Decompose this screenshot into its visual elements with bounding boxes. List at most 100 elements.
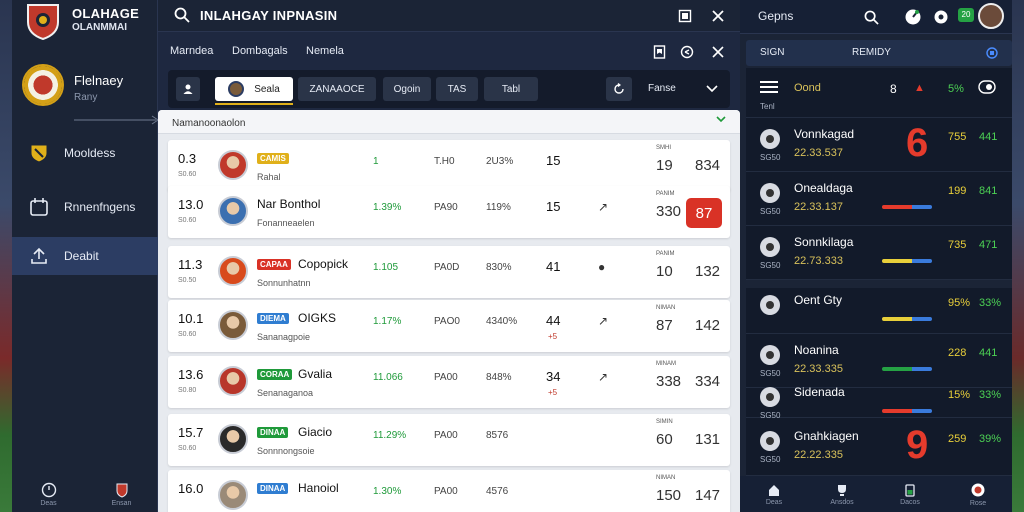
team-badge: DINAA xyxy=(257,483,289,494)
close-button[interactable] xyxy=(709,7,727,25)
stat-name: Noanina xyxy=(794,343,839,357)
player-avatar[interactable] xyxy=(218,196,248,226)
profile-sub: Rany xyxy=(74,92,98,103)
stat-row[interactable]: Oent Gty 95% 33% xyxy=(746,288,1012,334)
close-subpanel-button[interactable] xyxy=(709,44,727,60)
sort-label[interactable]: Fanse xyxy=(648,83,676,94)
player-avatar[interactable] xyxy=(218,310,248,340)
player-avatar[interactable] xyxy=(218,480,248,510)
user-filter-button[interactable] xyxy=(176,77,200,101)
alerts-button[interactable] xyxy=(930,6,952,28)
filter-chip[interactable]: Tabl xyxy=(484,77,538,101)
menu-icon[interactable] xyxy=(760,80,778,94)
stat-value-b: 841 xyxy=(979,185,998,197)
player-name[interactable]: Hanoiol xyxy=(298,481,339,495)
filter-chip[interactable]: Ogoin xyxy=(383,77,431,101)
trend-icon: ● xyxy=(598,260,606,274)
tab-nemela[interactable]: Nemela xyxy=(306,45,344,57)
search-icon xyxy=(864,10,879,25)
bottom-nav-item[interactable]: Rose xyxy=(944,476,1012,512)
stat-rate: 1.30% xyxy=(373,486,402,497)
stat-percent: 848% xyxy=(486,372,512,383)
stat-value-a: 259 xyxy=(948,433,967,445)
player-name[interactable]: Copopick xyxy=(298,257,348,271)
share-button[interactable] xyxy=(678,44,696,60)
stat-count: 15 xyxy=(546,199,561,214)
stat-row[interactable]: SG50 Sonnkilaga 22.73.333 735 471 xyxy=(746,226,1012,280)
table-row[interactable]: 16.0 DINAA Hanoiol 1.30% PA00 4576 NIMAN 150 147 xyxy=(168,470,730,512)
bottom-nav-item[interactable]: Ansdos xyxy=(808,476,876,512)
player-name[interactable]: Nar Bonthol xyxy=(257,197,320,211)
trend-icon: ↗ xyxy=(598,200,609,214)
user-icon xyxy=(183,84,193,94)
dropdown-button[interactable] xyxy=(700,77,724,101)
profile-avatar[interactable] xyxy=(22,64,64,106)
toggle-icon[interactable] xyxy=(978,80,996,94)
sidebar-item-models[interactable]: Mooldess xyxy=(12,134,158,172)
player-name[interactable]: Giacio xyxy=(298,425,332,439)
upload-icon xyxy=(28,245,50,267)
filter-chip[interactable]: TAS xyxy=(436,77,478,101)
player-position: Sananagpoie xyxy=(257,332,311,342)
value-secondary: 834 xyxy=(695,157,721,174)
right-table-header: SIGN REMIDY xyxy=(746,40,1012,66)
search-bar[interactable]: INLAHGAY INPNASIN xyxy=(158,0,740,32)
stat-percent: 4340% xyxy=(486,316,518,327)
stat-row[interactable]: SG50 Vonnkagad 22.33.537 6 755 441 xyxy=(746,118,1012,172)
info-icon[interactable] xyxy=(986,47,998,59)
stat-row[interactable]: SG50 Onealdaga 22.33.137 199 841 xyxy=(746,172,1012,226)
sidebar-item-rankings[interactable]: Rnnenfngens xyxy=(12,188,158,226)
table-row[interactable]: 13.0 S0.60 Nar Bonthol Fonanneaelen 1.39% PA9… xyxy=(168,186,730,238)
filter-bar: Seala ZANAAOCE Ogoin TAS Tabl Fanse xyxy=(168,70,730,108)
tab-marndea[interactable]: Marndea xyxy=(170,45,213,57)
player-name[interactable]: OIGKS xyxy=(298,311,336,325)
rating-highlight: 87 xyxy=(686,198,722,228)
stat-pa: PA00 xyxy=(434,372,458,383)
notification-badge: 20 xyxy=(958,8,974,22)
bookmark-button[interactable] xyxy=(650,44,668,60)
value-primary: 330 xyxy=(656,203,682,220)
search-input[interactable]: INLAHGAY INPNASIN xyxy=(200,8,337,23)
stats-button[interactable] xyxy=(902,6,924,28)
player-avatar[interactable] xyxy=(218,424,248,454)
player-position: Rahal xyxy=(257,172,281,182)
player-icon xyxy=(760,295,780,315)
player-avatar[interactable] xyxy=(218,366,248,396)
sidebar-item-debit[interactable]: Deabit xyxy=(12,237,158,275)
bottom-nav-item[interactable]: Ensan xyxy=(85,476,158,512)
bottom-nav-item[interactable]: Deas xyxy=(12,476,85,512)
tab-dombagals[interactable]: Dombagals xyxy=(232,45,288,57)
value-secondary: 147 xyxy=(695,487,721,504)
table-row[interactable]: 10.1 S0.60 DIEMA OIGKS Sananagpoie 1.17% PAO0 4… xyxy=(168,300,730,352)
stat-rate: 1.39% xyxy=(373,202,402,213)
stat-change: +5 xyxy=(548,332,558,341)
user-avatar[interactable] xyxy=(978,3,1004,29)
table-row[interactable]: 15.7 S0.60 DINAA Giacio Sonnnongsoie 11.29% PA… xyxy=(168,414,730,466)
list-header[interactable]: Namanoonaolon xyxy=(158,110,740,134)
close-icon xyxy=(712,46,724,58)
value-secondary: 132 xyxy=(695,263,721,280)
player-avatar[interactable] xyxy=(218,150,248,180)
player-avatar[interactable] xyxy=(218,256,248,286)
refresh-button[interactable] xyxy=(606,77,632,101)
filter-chip[interactable]: ZANAAOCE xyxy=(298,77,376,101)
player-icon xyxy=(760,431,780,451)
maximize-button[interactable] xyxy=(676,7,694,25)
right-search-button[interactable] xyxy=(860,6,882,28)
table-row[interactable]: 13.6 S0.80 CORAA Gvalia Senanaganoa 11.066 PA0… xyxy=(168,356,730,408)
table-row[interactable]: 0.3 S0.60 CAMIS Rahal 1 T.H0 2U3% 15 SMHI 19 834 xyxy=(168,140,730,192)
player-icon xyxy=(760,129,780,149)
rank-sub: S0.60 xyxy=(178,331,197,338)
bottom-nav-item[interactable]: Deas xyxy=(740,476,808,512)
player-name[interactable]: Gvalia xyxy=(298,367,332,381)
value-primary: 19 xyxy=(656,157,673,174)
filter-chip-active[interactable]: Seala xyxy=(215,77,293,105)
sidebar-bottom-nav: Deas Ensan xyxy=(12,476,158,512)
bottom-nav-item[interactable]: Dacos xyxy=(876,476,944,512)
stat-row[interactable]: Tenl Oond 8 ▲ 5% xyxy=(746,68,1012,118)
home-icon xyxy=(769,484,779,496)
stat-row[interactable]: SG50 Gnahkiagen 22.22.335 9 259 39% xyxy=(746,418,1012,476)
stat-row[interactable]: SG50 Noanina 22.33.335 228 441 xyxy=(746,334,1012,388)
table-row[interactable]: 11.3 S0.50 CAPAA Copopick Sonnunhatnn 1.105 PA… xyxy=(168,246,730,298)
stat-row[interactable]: SG50 Sidenada 15% 33% xyxy=(746,385,1012,420)
